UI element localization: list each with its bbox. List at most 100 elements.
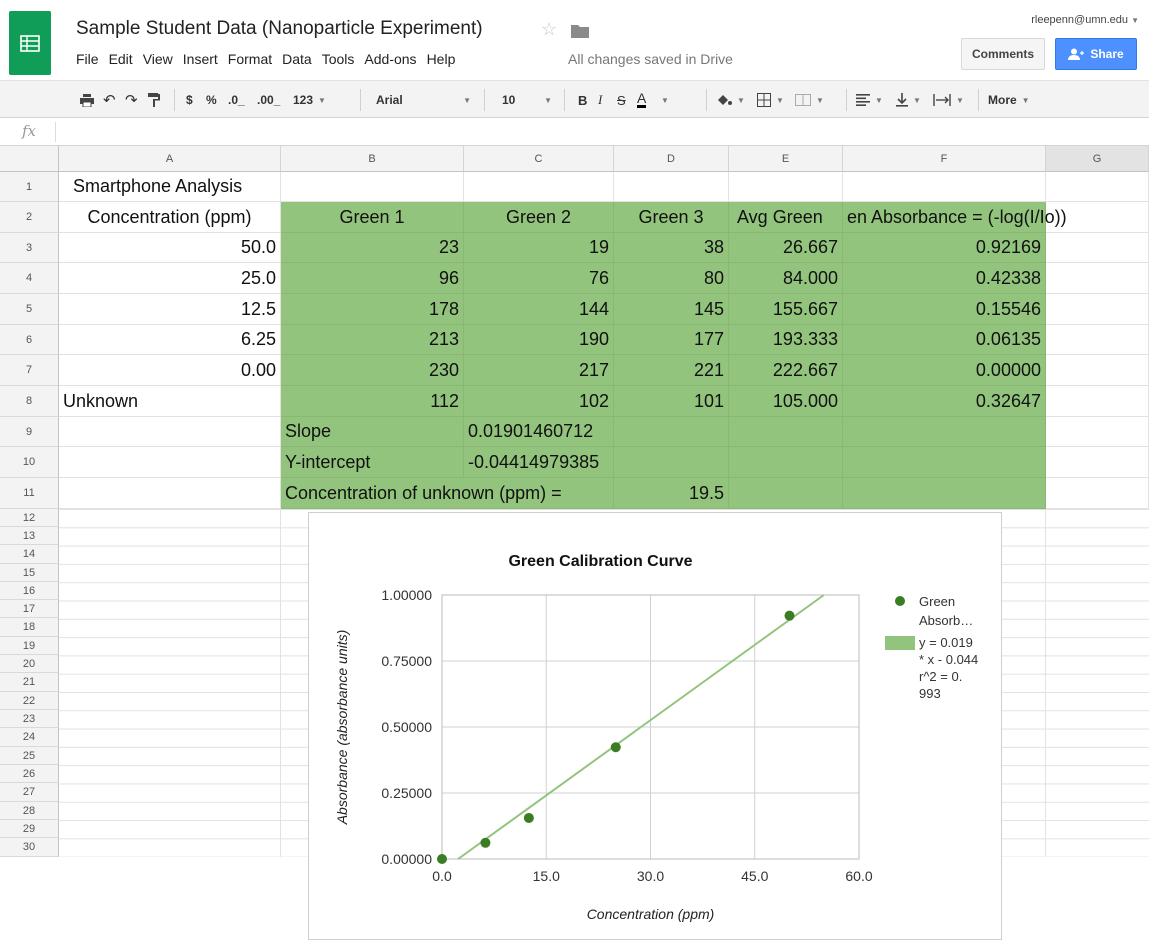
formula-bar[interactable]: fx <box>0 118 1149 146</box>
green-2-cell[interactable]: 76 <box>464 263 614 294</box>
row-header[interactable]: 30 <box>0 838 59 857</box>
row-header[interactable]: 8 <box>0 386 59 417</box>
cell[interactable] <box>59 447 281 478</box>
green-3-cell[interactable]: 145 <box>614 294 729 325</box>
decrease-decimal-button[interactable]: .0_ <box>228 90 245 110</box>
row-header[interactable]: 24 <box>0 728 59 747</box>
cell[interactable] <box>59 478 281 509</box>
more-toolbar-button[interactable]: More ▼ <box>988 90 1030 110</box>
row-header[interactable]: 14 <box>0 545 59 564</box>
menu-edit[interactable]: Edit <box>109 51 133 71</box>
sheets-logo-icon[interactable] <box>9 11 51 75</box>
menu-view[interactable]: View <box>143 51 173 71</box>
header-green-3[interactable]: Green 3 <box>614 202 729 233</box>
avg-green-cell[interactable]: 155.667 <box>729 294 843 325</box>
calibration-chart[interactable]: Green Calibration Curve 0.0 15.0 30.0 45.0 60… <box>308 512 1002 940</box>
cell[interactable] <box>1046 233 1149 263</box>
row-header[interactable]: 11 <box>0 478 59 509</box>
avg-green-cell[interactable]: 193.333 <box>729 325 843 355</box>
currency-format-button[interactable]: $ <box>186 90 193 110</box>
green-1-cell[interactable]: 96 <box>281 263 464 294</box>
merge-cells-icon[interactable]: ▼ <box>795 90 824 110</box>
green-3-cell[interactable]: 177 <box>614 325 729 355</box>
green-1-cell[interactable]: 178 <box>281 294 464 325</box>
strikethrough-button[interactable]: S <box>617 90 626 110</box>
percent-format-button[interactable]: % <box>206 90 217 110</box>
cell[interactable] <box>1046 263 1149 294</box>
row-header[interactable]: 26 <box>0 765 59 783</box>
green-1-cell[interactable]: 230 <box>281 355 464 386</box>
absorbance-cell[interactable]: 0.00000 <box>843 355 1046 386</box>
italic-button[interactable]: I <box>598 90 602 110</box>
green-1-cell[interactable]: 23 <box>281 233 464 263</box>
concentration-cell[interactable]: 50.0 <box>59 233 281 263</box>
column-header-b[interactable]: B <box>281 146 464 172</box>
row-header[interactable]: 27 <box>0 783 59 802</box>
row-header[interactable]: 1 <box>0 172 59 202</box>
share-button[interactable]: Share <box>1055 38 1137 70</box>
more-formats-dropdown[interactable]: 123 ▼ <box>293 90 326 110</box>
row-header[interactable]: 7 <box>0 355 59 386</box>
green-1-cell[interactable]: 213 <box>281 325 464 355</box>
cell[interactable] <box>1046 447 1149 478</box>
cell[interactable] <box>614 417 729 447</box>
bold-button[interactable]: B <box>578 90 587 110</box>
intercept-value-cell[interactable]: -0.04414979385 <box>464 447 614 478</box>
green-2-cell[interactable]: 102 <box>464 386 614 417</box>
avg-green-cell[interactable]: 105.000 <box>729 386 843 417</box>
row-header[interactable]: 4 <box>0 263 59 294</box>
cell[interactable] <box>59 417 281 447</box>
text-color-dropdown[interactable]: ▼ <box>656 90 669 110</box>
row-header[interactable]: 17 <box>0 600 59 618</box>
avg-green-cell[interactable]: 84.000 <box>729 263 843 294</box>
column-header-d[interactable]: D <box>614 146 729 172</box>
row-header[interactable]: 13 <box>0 527 59 545</box>
sheet-title-cell[interactable]: Smartphone Analysis <box>59 172 281 202</box>
comments-button[interactable]: Comments <box>961 38 1045 70</box>
concentration-cell[interactable]: 12.5 <box>59 294 281 325</box>
font-family-select[interactable]: Arial ▼ <box>376 90 471 110</box>
slope-label-cell[interactable]: Slope <box>281 417 464 447</box>
menu-insert[interactable]: Insert <box>183 51 218 71</box>
row-header[interactable]: 10 <box>0 447 59 478</box>
absorbance-cell[interactable]: 0.15546 <box>843 294 1046 325</box>
cell[interactable] <box>843 478 1046 509</box>
row-header[interactable]: 20 <box>0 655 59 673</box>
column-header-g[interactable]: G <box>1046 146 1149 172</box>
row-header[interactable]: 9 <box>0 417 59 447</box>
column-header-e[interactable]: E <box>729 146 843 172</box>
row-header[interactable]: 6 <box>0 325 59 355</box>
cell[interactable] <box>614 172 729 202</box>
row-header[interactable]: 15 <box>0 564 59 582</box>
menu-tools[interactable]: Tools <box>322 51 355 71</box>
text-wrap-icon[interactable]: ▼ <box>933 90 964 110</box>
green-1-cell[interactable]: 112 <box>281 386 464 417</box>
avg-green-cell[interactable]: 222.667 <box>729 355 843 386</box>
user-email[interactable]: rleepenn@umn.edu ▼ <box>1031 14 1139 26</box>
row-header[interactable]: 5 <box>0 294 59 325</box>
row-header[interactable]: 25 <box>0 747 59 765</box>
header-green-1[interactable]: Green 1 <box>281 202 464 233</box>
column-header-f[interactable]: F <box>843 146 1046 172</box>
cell[interactable] <box>1046 202 1149 233</box>
increase-decimal-button[interactable]: .00_ <box>257 90 280 110</box>
cell[interactable] <box>843 417 1046 447</box>
menu-format[interactable]: Format <box>228 51 272 71</box>
row-header[interactable]: 2 <box>0 202 59 233</box>
green-2-cell[interactable]: 190 <box>464 325 614 355</box>
menu-data[interactable]: Data <box>282 51 312 71</box>
green-2-cell[interactable]: 19 <box>464 233 614 263</box>
cell[interactable] <box>1046 325 1149 355</box>
cell[interactable] <box>729 447 843 478</box>
cell[interactable] <box>1046 478 1149 509</box>
menu-addons[interactable]: Add-ons <box>364 51 416 71</box>
star-icon[interactable]: ☆ <box>541 19 557 40</box>
borders-icon[interactable]: ▼ <box>757 90 784 110</box>
intercept-label-cell[interactable]: Y-intercept <box>281 447 464 478</box>
absorbance-cell[interactable]: 0.06135 <box>843 325 1046 355</box>
undo-icon[interactable]: ↶ <box>103 90 116 110</box>
row-header[interactable]: 19 <box>0 637 59 655</box>
green-3-cell[interactable]: 221 <box>614 355 729 386</box>
row-header[interactable]: 18 <box>0 618 59 637</box>
folder-icon[interactable] <box>571 24 589 43</box>
